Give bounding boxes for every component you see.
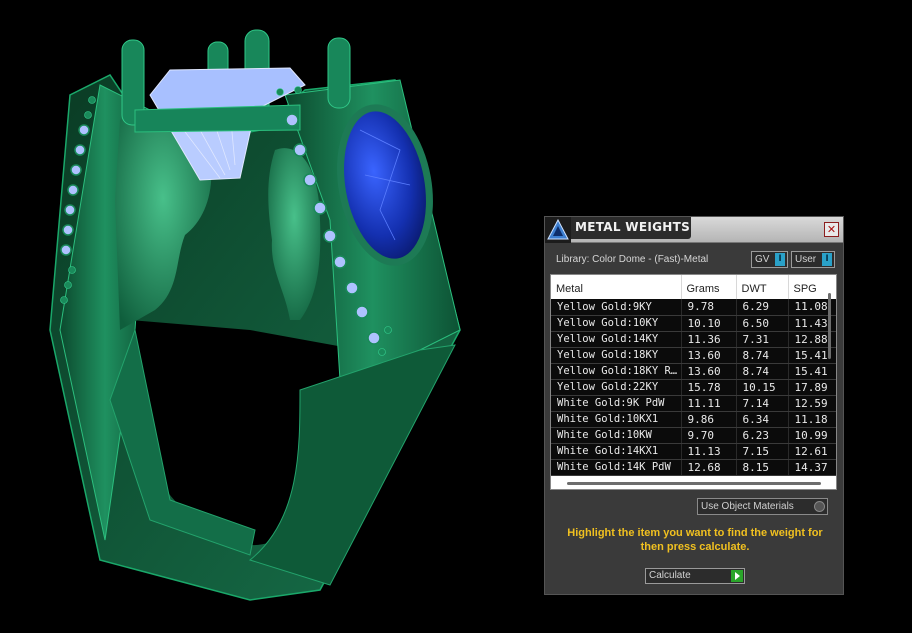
cell-spg: 17.89: [788, 379, 836, 396]
library-label: Library: Color Dome - (Fast)-Metal: [556, 254, 709, 265]
panel-titlebar[interactable]: METAL WEIGHTS ✕: [545, 217, 843, 243]
metal-table: Metal Grams DWT SPG Yellow Gold:9KY 9.78 6…: [551, 275, 836, 476]
cell-dwt: 8.74: [736, 363, 789, 380]
cell-spg: 10.99: [788, 427, 836, 444]
cell-metal: Yellow Gold:18KY: [551, 347, 682, 364]
column-header-grams[interactable]: Grams: [681, 275, 737, 299]
close-icon[interactable]: ✕: [824, 222, 839, 237]
column-header-dwt[interactable]: DWT: [736, 275, 789, 299]
instruction-text: Highlight the item you want to find the …: [567, 527, 823, 553]
vertical-scrollbar[interactable]: [828, 293, 831, 359]
table-row[interactable]: White Gold:10KX1 9.86 6.34 11.18: [551, 411, 836, 428]
cell-spg: 12.61: [788, 443, 836, 460]
gv-toggle-button[interactable]: GV I: [751, 251, 788, 268]
cell-spg: 15.41: [788, 363, 836, 380]
horizontal-scrollbar[interactable]: [567, 482, 821, 485]
table-row[interactable]: Yellow Gold:18KY 13.60 8.74 15.41: [551, 347, 836, 364]
cell-metal: White Gold:10KW: [551, 427, 682, 444]
cell-metal: Yellow Gold:14KY: [551, 331, 682, 348]
cell-dwt: 8.74: [736, 347, 789, 364]
cell-spg: 14.37: [788, 459, 836, 476]
cell-dwt: 6.23: [736, 427, 789, 444]
ring-model[interactable]: [49, 29, 461, 601]
cell-grams: 9.70: [681, 427, 737, 444]
table-row[interactable]: White Gold:14K PdW 12.68 8.15 14.37: [551, 459, 836, 476]
table-row[interactable]: Yellow Gold:18KY R... 13.60 8.74 15.41: [551, 363, 836, 380]
cell-metal: Yellow Gold:10KY: [551, 315, 682, 332]
cell-grams: 10.10: [681, 315, 737, 332]
table-body: Yellow Gold:9KY 9.78 6.29 11.08 Yellow Gold:…: [551, 299, 836, 476]
cell-metal: White Gold:14KX1: [551, 443, 682, 460]
radio-knob-icon: [814, 501, 825, 512]
play-arrow-icon: [731, 570, 743, 582]
table-row[interactable]: White Gold:14KX1 11.13 7.15 12.61: [551, 443, 836, 460]
table-row[interactable]: White Gold:9K PdW 11.11 7.14 12.59: [551, 395, 836, 412]
triangle-logo-icon: [545, 217, 571, 243]
ring-top-bar: [134, 104, 301, 133]
cell-dwt: 7.14: [736, 395, 789, 412]
cell-dwt: 10.15: [736, 379, 789, 396]
cell-dwt: 7.15: [736, 443, 789, 460]
gv-label: GV: [755, 254, 770, 265]
cell-grams: 13.60: [681, 347, 737, 364]
cell-metal: White Gold:9K PdW: [551, 395, 682, 412]
cell-grams: 11.13: [681, 443, 737, 460]
cell-grams: 9.78: [681, 299, 737, 316]
table-row[interactable]: Yellow Gold:10KY 10.10 6.50 11.43: [551, 315, 836, 332]
column-header-metal[interactable]: Metal: [551, 275, 682, 299]
use-object-materials-toggle[interactable]: Use Object Materials: [697, 498, 828, 515]
cell-metal: White Gold:10KX1: [551, 411, 682, 428]
metal-table-container[interactable]: Metal Grams DWT SPG Yellow Gold:9KY 9.78 6…: [550, 274, 837, 490]
cell-spg: 12.59: [788, 395, 836, 412]
user-toggle-button[interactable]: User I: [791, 251, 835, 268]
table-row[interactable]: Yellow Gold:22KY 15.78 10.15 17.89: [551, 379, 836, 396]
metal-weights-panel: METAL WEIGHTS ✕ Library: Color Dome - (F…: [544, 216, 844, 595]
table-row[interactable]: Yellow Gold:14KY 11.36 7.31 12.88: [551, 331, 836, 348]
cell-dwt: 6.50: [736, 315, 789, 332]
cell-grams: 13.60: [681, 363, 737, 380]
use-object-materials-label: Use Object Materials: [701, 501, 794, 512]
calculate-button[interactable]: Calculate: [645, 568, 745, 584]
user-label: User: [795, 254, 817, 265]
calculate-label: Calculate: [649, 570, 691, 581]
table-row[interactable]: Yellow Gold:9KY 9.78 6.29 11.08: [551, 299, 836, 316]
cell-metal: White Gold:14K PdW: [551, 459, 682, 476]
gv-indicator-icon: I: [775, 253, 785, 266]
cell-dwt: 8.15: [736, 459, 789, 476]
table-header-row: Metal Grams DWT SPG: [551, 275, 836, 299]
cell-dwt: 7.31: [736, 331, 789, 348]
cell-grams: 15.78: [681, 379, 737, 396]
cell-grams: 11.11: [681, 395, 737, 412]
cell-grams: 12.68: [681, 459, 737, 476]
cell-metal: Yellow Gold:22KY: [551, 379, 682, 396]
cell-spg: 11.18: [788, 411, 836, 428]
cell-grams: 11.36: [681, 331, 737, 348]
cell-grams: 9.86: [681, 411, 737, 428]
cell-dwt: 6.29: [736, 299, 789, 316]
cell-metal: Yellow Gold:18KY R...: [551, 363, 682, 380]
panel-title: METAL WEIGHTS: [575, 220, 691, 234]
table-row[interactable]: White Gold:10KW 9.70 6.23 10.99: [551, 427, 836, 444]
cell-metal: Yellow Gold:9KY: [551, 299, 682, 316]
cell-dwt: 6.34: [736, 411, 789, 428]
user-indicator-icon: I: [822, 253, 832, 266]
